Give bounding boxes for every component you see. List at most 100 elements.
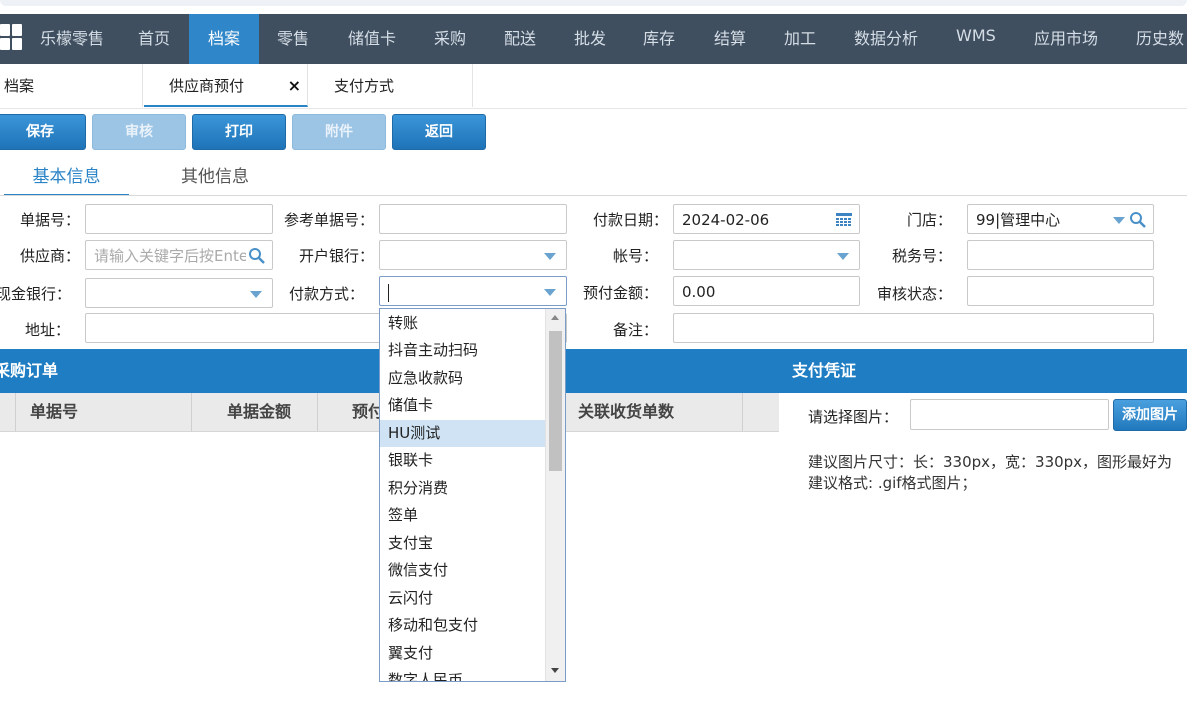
tab-payment-method[interactable]: 支付方式 [309,64,473,107]
attachment-button[interactable]: 附件 [292,114,386,150]
close-icon[interactable]: × [288,64,301,108]
chevron-down-icon[interactable] [837,253,849,260]
nav-item-app-market[interactable]: 应用市场 [1034,14,1098,64]
browser-top-strip [0,0,1187,14]
account-select[interactable] [673,240,860,270]
payment-voucher-title: 支付凭证 [792,361,857,380]
text-cursor [388,283,389,302]
store-value: 99|管理中心 [976,211,1061,229]
pay-method-label: 付款方式： [288,285,364,303]
image-size-hint: 建议图片尺寸：长：330px，宽：330px，图形最好为 [808,453,1173,471]
chevron-down-icon[interactable] [250,291,262,298]
scrollbar-thumb[interactable] [549,331,562,471]
image-path-input[interactable] [910,399,1109,430]
cash-bank-select[interactable] [85,278,273,308]
bank-select[interactable] [379,240,567,270]
print-button[interactable]: 打印 [192,114,286,150]
pay-date-value: 2024-02-06 [682,211,770,229]
calendar-icon[interactable] [835,211,853,229]
tab-archive[interactable]: 档案 [0,64,143,107]
ref-no-input[interactable] [379,204,567,234]
dropdown-option[interactable]: 银联卡 [380,447,545,474]
prepay-amount-input[interactable]: 0.00 [673,276,860,306]
col-doc-no[interactable]: 单据号 [15,393,191,431]
dropdown-option[interactable]: 签单 [380,502,545,529]
nav-item-wholesale[interactable]: 批发 [574,14,606,64]
dropdown-option[interactable]: 云闪付 [380,585,545,612]
chevron-down-icon[interactable] [1113,217,1125,224]
dropdown-option[interactable]: 抖音主动扫码 [380,337,545,364]
cash-bank-label: 现金银行： [0,285,72,303]
tab-basic-info[interactable]: 基本信息 [4,160,129,196]
dropdown-option-highlighted[interactable]: HU测试 [380,420,545,447]
top-nav: 乐檬零售 首页 档案 零售 储值卡 采购 配送 批发 库存 结算 加工 数据分析… [0,14,1187,64]
dropdown-option[interactable]: 转账 [380,310,545,337]
nav-item-wms[interactable]: WMS [956,11,996,61]
payment-method-dropdown: 转账 抖音主动扫码 应急收款码 储值卡 HU测试 银联卡 积分消费 签单 支付宝… [379,308,566,682]
nav-item-data-analysis[interactable]: 数据分析 [854,14,918,64]
tax-no-input[interactable] [967,240,1154,270]
nav-item-retail[interactable]: 零售 [277,14,309,64]
nav-item-home[interactable]: 首页 [138,14,170,64]
scroll-down-icon[interactable] [551,668,559,673]
nav-item-stored-value-card[interactable]: 储值卡 [348,14,396,64]
dropdown-option[interactable]: 应急收款码 [380,365,545,392]
brand-name: 乐檬零售 [40,29,105,48]
dropdown-option[interactable]: 积分消费 [380,475,545,502]
audit-button[interactable]: 审核 [92,114,186,150]
chevron-down-icon[interactable] [544,253,556,260]
pay-date-label: 付款日期： [592,211,668,229]
account-label: 帐号： [612,247,658,265]
chevron-down-icon[interactable] [544,289,556,296]
nav-item-purchase[interactable]: 采购 [434,14,466,64]
dropdown-option[interactable]: 微信支付 [380,557,545,584]
supplier-input[interactable]: 请输入关键字后按Enter [85,240,273,270]
dropdown-option[interactable]: 翼支付 [380,640,545,667]
nav-item-archive[interactable]: 档案 [189,14,259,64]
ref-no-label: 参考单据号： [283,211,374,229]
page-tabs: 档案 供应商预付 × 支付方式 [0,64,1187,109]
purchase-orders-title: 采购订单 [0,361,59,380]
dropdown-option[interactable]: 储值卡 [380,392,545,419]
nav-item-settlement[interactable]: 结算 [714,14,746,64]
pay-date-input[interactable]: 2024-02-06 [673,204,860,234]
app-grid-icon[interactable] [0,24,24,54]
store-select[interactable]: 99|管理中心 [967,204,1154,234]
dropdown-scrollbar[interactable] [545,309,565,681]
remark-label: 备注： [612,321,658,339]
remark-input[interactable] [673,313,1154,343]
divider [0,195,1187,196]
search-icon[interactable] [1129,211,1147,229]
pay-method-select[interactable] [379,276,567,306]
back-button[interactable]: 返回 [392,114,486,150]
bank-label: 开户银行： [298,247,374,265]
scroll-up-icon[interactable] [551,315,559,320]
add-image-button[interactable]: 添加图片 [1113,399,1187,431]
audit-status-input[interactable] [967,276,1154,306]
tax-no-label: 税务号： [891,247,952,265]
dropdown-option[interactable]: 支付宝 [380,530,545,557]
payment-voucher-header: 支付凭证 [779,349,1187,393]
col-linked-receipts[interactable]: 关联收货单数 [564,393,742,431]
prepay-amount-label: 预付金额： [582,284,658,302]
nav-item-history[interactable]: 历史数 [1136,14,1184,64]
col-extra [742,393,780,431]
tab-label: 供应商预付 [169,77,245,95]
doc-no-label: 单据号： [19,211,80,229]
image-format-hint: 建议格式: .gif格式图片； [808,474,977,492]
nav-item-inventory[interactable]: 库存 [643,14,675,64]
save-button[interactable]: 保存 [0,114,86,150]
nav-item-processing[interactable]: 加工 [784,14,816,64]
supplier-placeholder: 请输入关键字后按Enter [94,247,246,265]
address-label: 地址： [24,321,70,339]
doc-no-input[interactable] [85,204,273,234]
tab-supplier-prepay[interactable]: 供应商预付 × [144,64,308,107]
nav-item-distribution[interactable]: 配送 [504,14,536,64]
col-doc-amount[interactable]: 单据金额 [191,393,317,431]
store-label: 门店： [906,211,952,229]
select-image-label: 请选择图片： [808,408,899,426]
dropdown-option[interactable]: 数字人民币 [380,667,545,681]
dropdown-option[interactable]: 移动和包支付 [380,612,545,639]
tab-other-info[interactable]: 其他信息 [181,160,249,194]
search-icon[interactable] [248,247,266,265]
